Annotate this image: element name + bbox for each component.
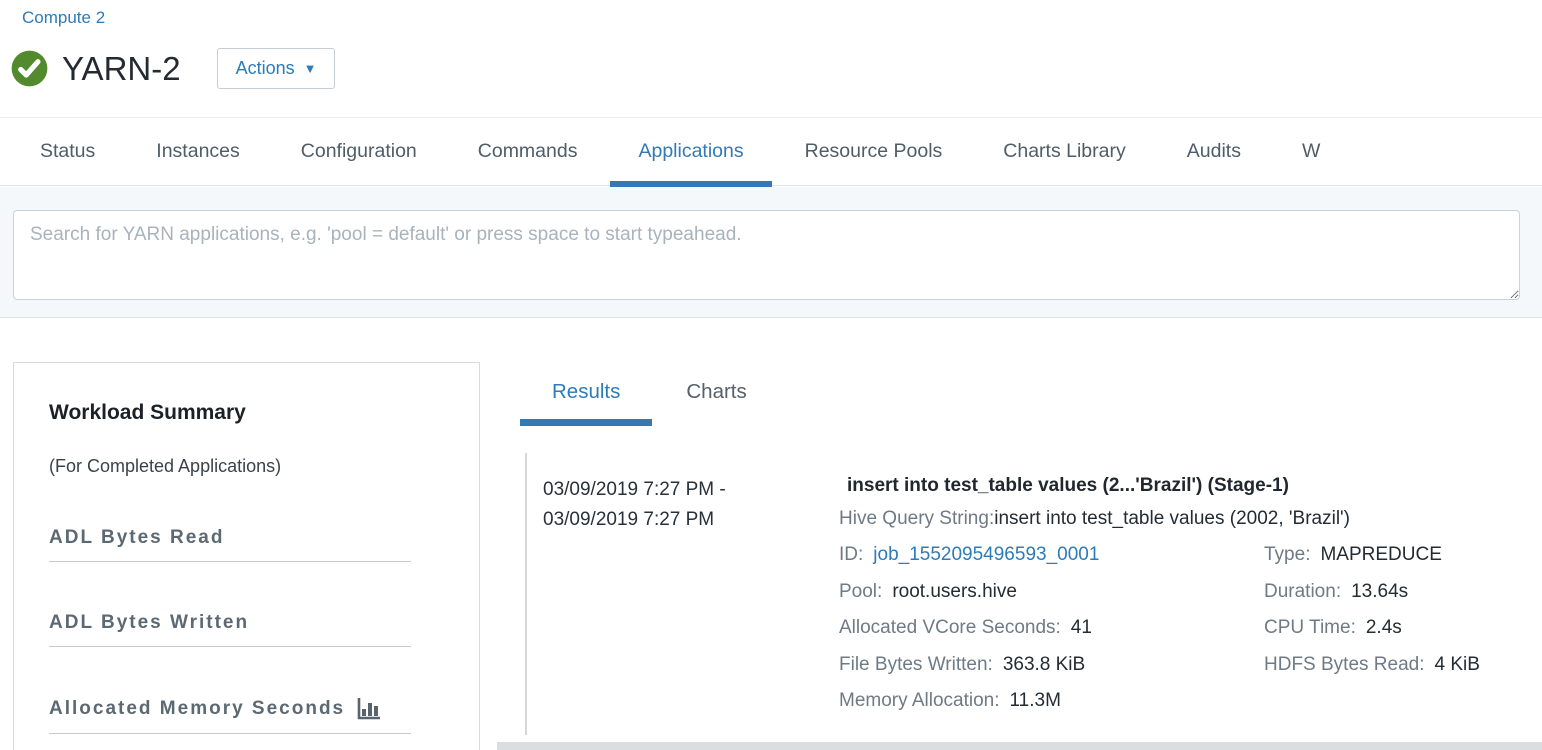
detail-id: ID:job_1552095496593_0001 xyxy=(839,537,1264,574)
bar-chart-icon[interactable] xyxy=(356,697,382,721)
detail-cpu-time: CPU Time:2.4s xyxy=(1264,610,1534,647)
workload-summary-title: Workload Summary xyxy=(49,401,444,425)
tab-instances[interactable]: Instances xyxy=(128,118,267,187)
tab-charts[interactable]: Charts xyxy=(654,374,778,426)
detail-hdfs-bytes-read: HDFS Bytes Read:4 KiB xyxy=(1264,647,1534,684)
tab-status[interactable]: Status xyxy=(12,118,123,187)
detail-memory-allocation: Memory Allocation:11.3M xyxy=(839,683,1264,720)
workload-summary-subtitle: (For Completed Applications) xyxy=(49,456,444,477)
tab-resource-pools[interactable]: Resource Pools xyxy=(777,118,971,187)
results-tab-bar: Results Charts xyxy=(520,374,779,426)
tab-configuration[interactable]: Configuration xyxy=(273,118,445,187)
tab-applications[interactable]: Applications xyxy=(610,118,771,187)
results-bottom-divider xyxy=(497,742,1542,750)
time-range-end: 03/09/2019 7:27 PM xyxy=(543,505,831,535)
hive-query-label: Hive Query String: xyxy=(839,508,994,529)
detail-file-bytes-written: File Bytes Written:363.8 KiB xyxy=(839,647,1264,684)
metric-adl-bytes-written: ADL Bytes Written xyxy=(49,612,411,647)
detail-type: Type:MAPREDUCE xyxy=(1264,537,1534,574)
breadcrumb-compute-link[interactable]: Compute 2 xyxy=(22,8,105,28)
metric-allocated-memory-seconds: Allocated Memory Seconds xyxy=(49,697,411,734)
actions-button[interactable]: Actions ▼ xyxy=(217,48,336,89)
hive-query-value: insert into test_table values (2002, 'Br… xyxy=(994,508,1350,529)
metric-label: Allocated Memory Seconds xyxy=(49,698,345,720)
tab-charts-library[interactable]: Charts Library xyxy=(975,118,1153,187)
page-title: YARN-2 xyxy=(62,50,181,88)
tab-clipped[interactable]: W xyxy=(1274,118,1348,187)
chevron-down-icon: ▼ xyxy=(304,62,317,75)
detail-duration: Duration:13.64s xyxy=(1264,574,1534,611)
service-header: YARN-2 Actions ▼ xyxy=(10,48,335,89)
detail-allocated-vcore-seconds: Allocated VCore Seconds:41 xyxy=(839,610,1264,647)
application-title: insert into test_table values (2...'Braz… xyxy=(839,475,1534,497)
health-good-icon xyxy=(10,49,49,88)
application-detail-grid: ID:job_1552095496593_0001 Type:MAPREDUCE… xyxy=(839,537,1534,720)
hive-query-string: Hive Query String:insert into test_table… xyxy=(839,506,1534,532)
metric-label: ADL Bytes Written xyxy=(49,612,249,634)
search-band xyxy=(0,187,1542,318)
job-id-link[interactable]: job_1552095496593_0001 xyxy=(873,544,1099,565)
application-details: insert into test_table values (2...'Braz… xyxy=(831,475,1534,735)
application-time-range: 03/09/2019 7:27 PM - 03/09/2019 7:27 PM xyxy=(543,475,831,735)
service-nav-tabs: Status Instances Configuration Commands … xyxy=(0,117,1542,186)
tab-commands[interactable]: Commands xyxy=(450,118,606,187)
tab-audits[interactable]: Audits xyxy=(1159,118,1269,187)
metric-label: ADL Bytes Read xyxy=(49,527,224,549)
application-result-row: 03/09/2019 7:27 PM - 03/09/2019 7:27 PM … xyxy=(525,453,1534,735)
search-input[interactable] xyxy=(13,210,1520,300)
detail-pool: Pool:root.users.hive xyxy=(839,574,1264,611)
tab-results[interactable]: Results xyxy=(520,374,652,426)
time-range-start: 03/09/2019 7:27 PM - xyxy=(543,475,831,505)
workload-summary-panel: Workload Summary (For Completed Applicat… xyxy=(13,362,480,750)
metric-adl-bytes-read: ADL Bytes Read xyxy=(49,527,411,562)
actions-button-label: Actions xyxy=(236,58,295,79)
